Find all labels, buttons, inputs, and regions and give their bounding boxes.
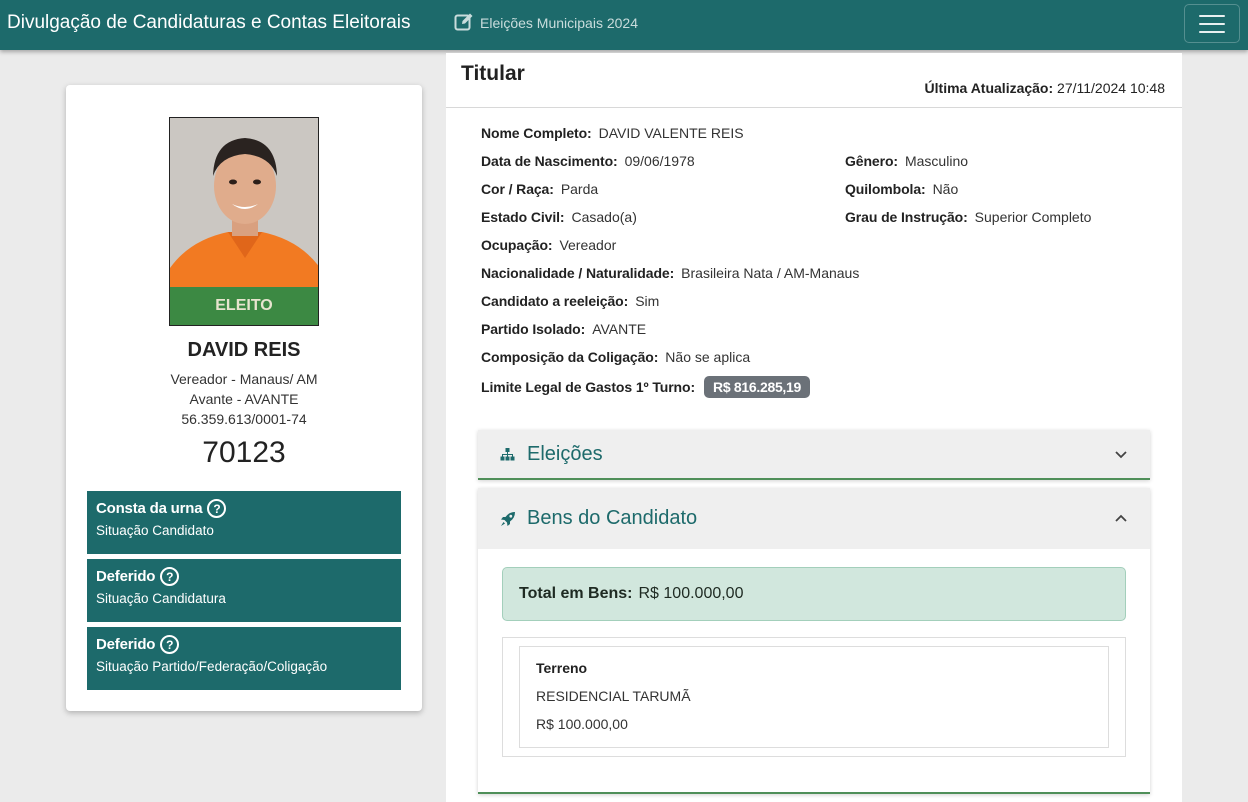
election-link[interactable]: Eleições Municipais 2024 (454, 12, 638, 34)
field-label: Partido Isolado: (481, 321, 586, 337)
accordion-title: Eleições (527, 442, 603, 465)
status-situacao-candidatura: Deferido ? Situação Candidatura (87, 559, 401, 622)
field-reeleicao: Candidato a reeleição: Sim (481, 293, 659, 309)
status-value: Deferido (96, 568, 156, 585)
spending-limit-badge: R$ 816.285,19 (704, 376, 810, 398)
election-label: Eleições Municipais 2024 (480, 15, 638, 31)
asset-type: Terreno (536, 660, 588, 676)
last-updated: Última Atualização: 27/11/2024 10:48 (925, 80, 1165, 96)
field-label: Candidato a reeleição: (481, 293, 629, 309)
total-assets-value: R$ 100.000,00 (638, 585, 744, 602)
status-value: Deferido (96, 636, 156, 653)
last-updated-value: 27/11/2024 10:48 (1057, 80, 1165, 96)
field-value: Parda (560, 181, 599, 197)
candidate-details-panel: Titular Última Atualização: 27/11/2024 1… (446, 53, 1182, 802)
edit-icon (454, 12, 474, 35)
field-label: Composição da Coligação: (481, 349, 659, 365)
help-icon[interactable]: ? (207, 499, 227, 518)
field-value: Não (932, 181, 959, 197)
field-value: Vereador (559, 237, 617, 253)
field-value: Brasileira Nata / AM-Manaus (681, 265, 860, 281)
field-value: Sim (635, 293, 660, 309)
field-value: Não se aplica (665, 349, 751, 365)
app-title[interactable]: Divulgação de Candidaturas e Contas Elei… (7, 12, 410, 34)
chevron-down-icon (1114, 449, 1128, 459)
candidate-party: Avante - AVANTE (189, 391, 299, 407)
assets-list: Terreno RESIDENCIAL TARUMÃ R$ 100.000,00 (502, 637, 1126, 757)
status-situacao-partido: Deferido ? Situação Partido/Federação/Co… (87, 627, 401, 690)
candidate-photo: ELEITO (169, 117, 319, 326)
field-partido-isolado: Partido Isolado: AVANTE (481, 321, 646, 337)
field-value: AVANTE (592, 321, 647, 337)
candidate-name: DAVID REIS (187, 339, 301, 361)
field-label: Nacionalidade / Naturalidade: (481, 265, 675, 281)
last-updated-label: Última Atualização: (924, 80, 1054, 96)
field-label: Gênero: (845, 153, 898, 169)
status-label: Situação Partido/Federação/Coligação (96, 659, 328, 674)
accordion-bens-header[interactable]: Bens do Candidato (478, 488, 1150, 549)
field-nome-completo: Nome Completo: DAVID VALENTE REIS (481, 125, 744, 141)
accordion-title: Bens do Candidato (527, 507, 698, 529)
accordion-eleicoes: Eleições (478, 430, 1150, 480)
candidate-profile-card: ELEITO DAVID REIS Vereador - Manaus/ AM … (66, 85, 422, 711)
status-label: Situação Candidato (96, 523, 214, 538)
menu-toggle-button[interactable] (1184, 4, 1240, 43)
field-ocupacao: Ocupação: Vereador (481, 237, 616, 253)
hamburger-icon-bar (1199, 14, 1225, 17)
field-label: Quilombola: (845, 181, 926, 197)
help-icon[interactable]: ? (160, 635, 180, 654)
field-value: Masculino (904, 153, 969, 169)
field-coligacao: Composição da Coligação: Não se aplica (481, 349, 750, 365)
sitemap-icon (500, 447, 518, 461)
section-title: Titular (461, 62, 525, 85)
field-value: Superior Completo (974, 209, 1092, 225)
total-assets-label: Total em Bens: (519, 585, 633, 602)
field-label: Ocupação: (481, 237, 553, 253)
field-label: Grau de Instrução: (845, 209, 968, 225)
chevron-up-icon (1114, 514, 1128, 524)
field-label: Estado Civil: (481, 209, 565, 225)
total-assets-box: Total em Bens: R$ 100.000,00 (502, 567, 1126, 621)
rocket-icon (500, 511, 518, 527)
top-navbar: Divulgação de Candidaturas e Contas Elei… (0, 0, 1248, 50)
field-quilombola: Quilombola: Não (845, 181, 958, 197)
accordion-bens: Bens do Candidato Total em Bens: R$ 100.… (478, 488, 1150, 794)
field-estado-civil: Estado Civil: Casado(a) (481, 209, 637, 225)
field-value: Casado(a) (571, 209, 637, 225)
field-value: DAVID VALENTE REIS (598, 125, 744, 141)
field-label: Cor / Raça: (481, 181, 554, 197)
hamburger-icon-bar (1199, 30, 1225, 33)
help-icon[interactable]: ? (160, 567, 180, 586)
status-label: Situação Candidatura (96, 591, 226, 606)
field-cor-raca: Cor / Raça: Parda (481, 181, 598, 197)
field-genero: Gênero: Masculino (845, 153, 968, 169)
candidate-cnpj: 56.359.613/0001-74 (181, 411, 307, 427)
field-grau-instrucao: Grau de Instrução: Superior Completo (845, 209, 1091, 225)
asset-value: R$ 100.000,00 (536, 716, 628, 732)
status-value: Consta da urna (96, 500, 203, 517)
field-label: Data de Nascimento: (481, 153, 618, 169)
field-nacionalidade: Nacionalidade / Naturalidade: Brasileira … (481, 265, 859, 281)
candidate-office: Vereador - Manaus/ AM (170, 371, 318, 387)
asset-description: RESIDENCIAL TARUMÃ (536, 688, 691, 704)
candidate-number: 70123 (202, 436, 286, 469)
field-label: Limite Legal de Gastos 1º Turno: (481, 379, 696, 395)
field-label: Nome Completo: (481, 125, 592, 141)
hamburger-icon-bar (1199, 22, 1225, 25)
field-limite-gastos: Limite Legal de Gastos 1º Turno: R$ 816.2… (481, 376, 810, 398)
field-data-nascimento: Data de Nascimento: 09/06/1978 (481, 153, 695, 169)
divider (446, 107, 1182, 108)
field-value: 09/06/1978 (624, 153, 695, 169)
elected-badge: ELEITO (170, 287, 318, 325)
status-situacao-candidato: Consta da urna ? Situação Candidato (87, 491, 401, 554)
accordion-eleicoes-header[interactable]: Eleições (478, 430, 1150, 478)
asset-card: Terreno RESIDENCIAL TARUMÃ R$ 100.000,00 (519, 646, 1109, 748)
